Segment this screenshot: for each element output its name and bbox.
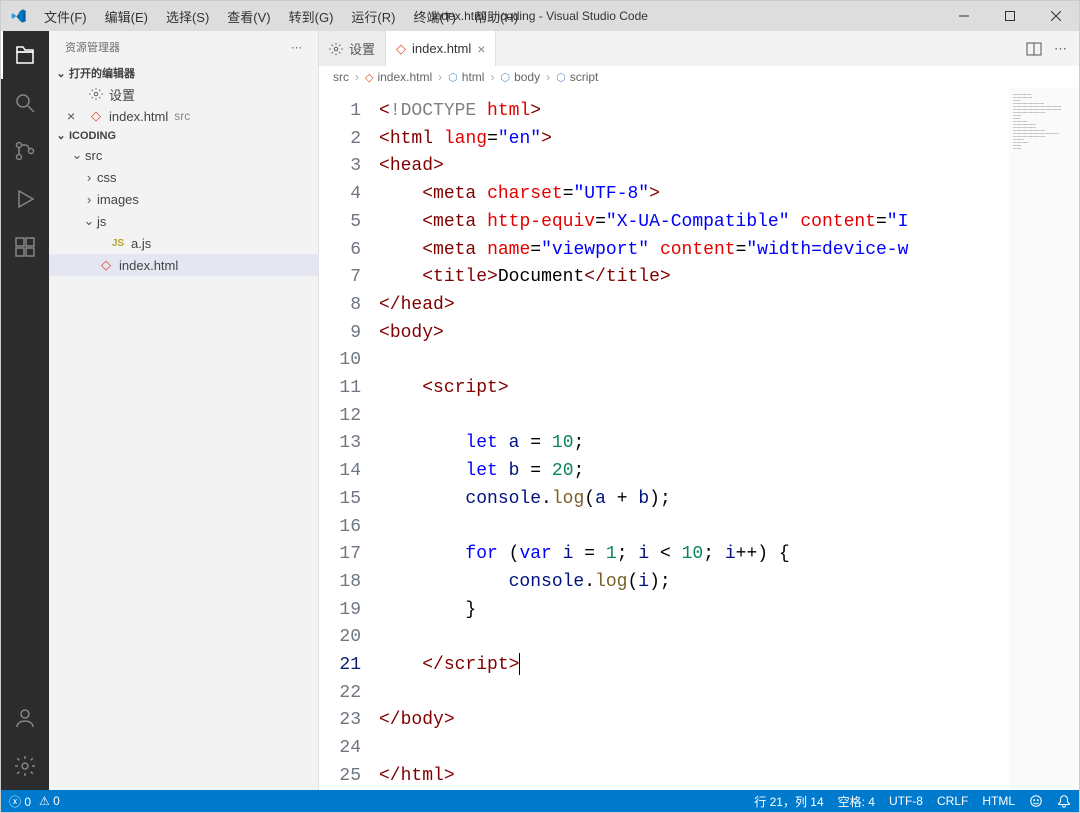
tree-item[interactable]: ⌄src <box>49 144 318 166</box>
vscode-window: 文件(F)编辑(E)选择(S)查看(V)转到(G)运行(R)终端(T)帮助(H)… <box>0 0 1080 813</box>
project-section[interactable]: ⌄ ICODING <box>49 127 318 144</box>
eol[interactable]: CRLF <box>937 794 968 808</box>
language-mode[interactable]: HTML <box>982 794 1015 808</box>
source-control-icon[interactable] <box>1 127 49 175</box>
status-bar: ⓧ 0 ⚠ 0 行 21，列 14 空格: 4 UTF-8 CRLF HTML <box>1 790 1079 812</box>
editor-tab[interactable]: ◇index.html× <box>386 31 496 66</box>
notifications-icon[interactable] <box>1057 794 1071 808</box>
breadcrumb-item[interactable]: ⬡body <box>500 70 540 84</box>
js-file-icon: JS <box>109 238 127 249</box>
tree-item[interactable]: JSa.js <box>49 232 318 254</box>
gear-icon <box>87 87 105 101</box>
menu-item[interactable]: 运行(R) <box>343 3 403 30</box>
menu-item[interactable]: 文件(F) <box>36 3 95 30</box>
tree-item[interactable]: ⌄js <box>49 210 318 232</box>
tree-item[interactable]: ◇index.html <box>49 254 318 276</box>
editor-area: 设置◇index.html× ⋯ src›◇index.html›⬡html›⬡… <box>319 31 1079 790</box>
line-numbers: 1234567891011121314151617181920212223242… <box>319 88 379 790</box>
sidebar-more-icon[interactable]: ⋯ <box>291 41 302 54</box>
run-debug-icon[interactable] <box>1 175 49 223</box>
extensions-icon[interactable] <box>1 223 49 271</box>
editor-tabs: 设置◇index.html× ⋯ <box>319 31 1079 66</box>
tree-item[interactable]: ›images <box>49 188 318 210</box>
accounts-icon[interactable] <box>1 694 49 742</box>
breadcrumb-icon: ⬡ <box>448 71 458 84</box>
window-controls <box>941 1 1079 31</box>
sidebar-header: 资源管理器 ⋯ <box>49 31 318 63</box>
breadcrumbs[interactable]: src›◇index.html›⬡html›⬡body›⬡script <box>319 66 1079 88</box>
split-editor-icon[interactable] <box>1026 41 1042 57</box>
minimap[interactable]: ▪▪▪▪▪▪▪▪▪▪▪▪▪▪▪▪▪▪▪▪▪▪▪▪▪▪▪▪▪▪▪▪▪▪▪▪▪▪▪▪… <box>1009 88 1079 790</box>
menu-item[interactable]: 查看(V) <box>219 3 278 30</box>
minimize-button[interactable] <box>941 1 987 31</box>
breadcrumb-icon: ⬡ <box>500 71 510 84</box>
breadcrumb-item[interactable]: ⬡script <box>556 70 598 84</box>
vscode-logo-icon <box>1 8 36 24</box>
problems-errors[interactable]: ⓧ 0 <box>9 793 31 810</box>
close-button[interactable] <box>1033 1 1079 31</box>
file-tree: ⌄src›css›images⌄js JSa.js ◇index.html <box>49 144 318 276</box>
open-editors-list: 设置×◇index.htmlsrc <box>49 83 318 127</box>
editor-body[interactable]: 1234567891011121314151617181920212223242… <box>319 88 1079 790</box>
tree-item[interactable]: ›css <box>49 166 318 188</box>
chevron-icon: ⌄ <box>69 147 85 163</box>
close-icon[interactable]: × <box>477 41 485 57</box>
item-label: 设置 <box>109 85 135 104</box>
html-file-icon: ◇ <box>87 108 105 124</box>
more-actions-icon[interactable]: ⋯ <box>1054 41 1067 57</box>
chevron-down-icon: ⌄ <box>53 67 69 80</box>
explorer-sidebar: 资源管理器 ⋯ ⌄ 打开的编辑器 设置×◇index.htmlsrc ⌄ ICO… <box>49 31 319 790</box>
problems-warnings[interactable]: ⚠ 0 <box>39 794 60 808</box>
gear-icon <box>329 42 343 56</box>
chevron-icon: ⌄ <box>81 213 97 229</box>
settings-gear-icon[interactable] <box>1 742 49 790</box>
item-label: index.html <box>109 109 168 124</box>
breadcrumb-icon: ⬡ <box>556 71 566 84</box>
open-editor-item[interactable]: 设置 <box>49 83 318 105</box>
feedback-icon[interactable] <box>1029 794 1043 808</box>
code-content[interactable]: <!DOCTYPE html><html lang="en"><head> <m… <box>379 88 1009 790</box>
chevron-down-icon: ⌄ <box>53 129 69 142</box>
window-title: index.html - icoding - Visual Studio Cod… <box>432 9 648 23</box>
chevron-icon: › <box>81 192 97 207</box>
sidebar-title: 资源管理器 <box>65 39 120 55</box>
editor-tab[interactable]: 设置 <box>319 31 386 66</box>
open-editor-item[interactable]: ×◇index.htmlsrc <box>49 105 318 127</box>
editor-actions: ⋯ <box>1014 31 1079 66</box>
menu-item[interactable]: 转到(G) <box>281 3 342 30</box>
maximize-button[interactable] <box>987 1 1033 31</box>
breadcrumb-icon: ◇ <box>365 71 373 84</box>
chevron-icon: › <box>81 170 97 185</box>
breadcrumb-item[interactable]: ◇index.html <box>365 70 432 84</box>
html-file-icon: ◇ <box>97 257 115 273</box>
encoding[interactable]: UTF-8 <box>889 794 923 808</box>
breadcrumb-item[interactable]: src <box>333 70 349 84</box>
search-icon[interactable] <box>1 79 49 127</box>
indentation[interactable]: 空格: 4 <box>838 793 875 810</box>
cursor-position[interactable]: 行 21，列 14 <box>754 793 823 810</box>
explorer-icon[interactable] <box>1 31 49 79</box>
breadcrumb-item[interactable]: ⬡html <box>448 70 484 84</box>
titlebar: 文件(F)编辑(E)选择(S)查看(V)转到(G)运行(R)终端(T)帮助(H)… <box>1 1 1079 31</box>
main-area: 资源管理器 ⋯ ⌄ 打开的编辑器 设置×◇index.htmlsrc ⌄ ICO… <box>1 31 1079 790</box>
menu-item[interactable]: 选择(S) <box>158 3 217 30</box>
html-file-icon: ◇ <box>396 41 406 57</box>
open-editors-section[interactable]: ⌄ 打开的编辑器 <box>49 63 318 83</box>
menu-item[interactable]: 编辑(E) <box>97 3 156 30</box>
close-icon[interactable]: × <box>67 108 81 124</box>
activity-bar <box>1 31 49 790</box>
